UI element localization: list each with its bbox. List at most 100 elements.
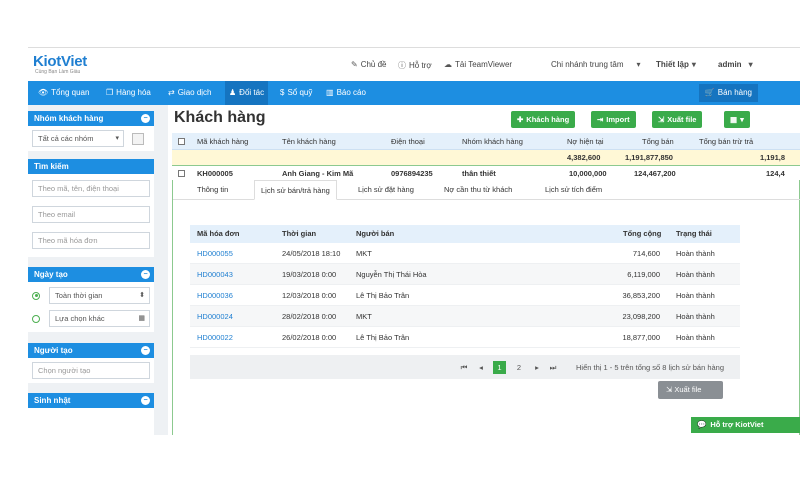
- cloud-download-icon: ☁: [444, 60, 452, 69]
- page-2-button[interactable]: 2: [514, 361, 524, 374]
- created-date-header[interactable]: Ngày tạo −: [28, 267, 154, 282]
- nav-label: Hàng hóa: [116, 88, 151, 97]
- next-page-icon[interactable]: ▸: [532, 361, 542, 374]
- settings-label: Thiết lập: [656, 60, 689, 69]
- tab-receivables[interactable]: Nợ cần thu từ khách: [444, 180, 512, 200]
- history-header: Mã hóa đơn Thời gian Người bán Tổng cộng…: [190, 225, 740, 243]
- search-email-input[interactable]: Theo email: [32, 206, 150, 223]
- nav-label: Giao dịch: [177, 88, 212, 97]
- sale-button[interactable]: 🛒 Bán hàng: [698, 84, 758, 102]
- add-customer-button[interactable]: ✚ Khách hàng: [511, 111, 576, 128]
- radio-icon[interactable]: [32, 314, 40, 323]
- import-button[interactable]: ⇥ Import: [591, 111, 636, 128]
- branch-label: Chi nhánh trung tâm: [551, 60, 624, 69]
- invoice-seller: MKT: [356, 249, 372, 258]
- invoice-code-link[interactable]: HD000024: [197, 306, 233, 327]
- support-link[interactable]: ⓘ Hỗ trợ: [398, 60, 432, 71]
- export-icon: ⇲: [658, 115, 665, 124]
- customer-row[interactable]: KH000005 Anh Giang - Kim Mã 0976894235 t…: [172, 165, 800, 180]
- radio-icon[interactable]: [32, 291, 40, 300]
- custom-date-input[interactable]: Lựa chọn khác ▦: [49, 310, 150, 327]
- nav-overview[interactable]: 👁 Tổng quan: [38, 81, 89, 105]
- col-seller[interactable]: Người bán: [356, 225, 394, 243]
- collapse-icon[interactable]: −: [141, 346, 150, 355]
- kiotviet-logo[interactable]: KiotViet Cùng Bạn Làm Giàu: [33, 53, 87, 75]
- history-export-button[interactable]: ⇲ Xuất file: [658, 381, 723, 399]
- creator-input[interactable]: Chọn người tạo: [32, 362, 150, 379]
- col-invoice-code[interactable]: Mã hóa đơn: [197, 225, 239, 243]
- col-customer-code[interactable]: Mã khách hàng: [197, 133, 248, 150]
- theme-link[interactable]: ✎ Chủ đề: [351, 60, 387, 69]
- col-total-sales[interactable]: Tổng bán: [642, 133, 674, 150]
- search-code-name-phone-input[interactable]: Theo mã, tên, điện thoại: [32, 180, 150, 197]
- date-range-select[interactable]: Toàn thời gian ⬍: [49, 287, 150, 304]
- date-option-label: Toàn thời gian: [55, 291, 103, 300]
- nav-cashbook[interactable]: $ Sổ quỹ: [280, 81, 312, 105]
- date-option-custom[interactable]: Lựa chọn khác ▦: [32, 309, 150, 328]
- import-icon: ⇥: [597, 115, 604, 124]
- user-label: admin: [718, 60, 742, 69]
- page-1-button[interactable]: 1: [493, 361, 506, 374]
- customer-table-header: Mã khách hàng Tên khách hàng Điện thoại …: [172, 133, 800, 150]
- eye-icon: 👁: [38, 88, 49, 97]
- history-row[interactable]: HD000024 28/02/2018 0:00 MKT 23,098,200 Hoàn…: [190, 306, 740, 327]
- col-customer-name[interactable]: Tên khách hàng: [282, 133, 336, 150]
- tab-order-history[interactable]: Lịch sử đặt hàng: [358, 180, 414, 200]
- search-invoice-input[interactable]: Theo mã hóa đơn: [32, 232, 150, 249]
- col-phone[interactable]: Điện thoại: [391, 133, 425, 150]
- nav-partners[interactable]: ♟ Đối tác: [225, 81, 269, 105]
- group-filter-title: Nhóm khách hàng: [34, 114, 104, 123]
- invoice-code-link[interactable]: HD000043: [197, 264, 233, 285]
- invoice-code-link[interactable]: HD000055: [197, 243, 233, 264]
- invoice-status: Hoàn thành: [676, 312, 715, 321]
- exchange-icon: ⇄: [168, 88, 175, 97]
- date-option-all[interactable]: Toàn thời gian ⬍: [32, 286, 150, 305]
- row-checkbox[interactable]: [178, 170, 185, 177]
- history-row[interactable]: HD000022 26/02/2018 0:00 Lê Thị Bảo Trân 18…: [190, 327, 740, 348]
- select-all-checkbox[interactable]: [178, 138, 185, 145]
- settings-dropdown[interactable]: Thiết lập ▾: [656, 60, 696, 69]
- tab-info[interactable]: Thông tin: [197, 180, 228, 200]
- birthday-header[interactable]: Sinh nhật −: [28, 393, 154, 408]
- nav-label: Đối tác: [239, 88, 265, 97]
- theme-label: Chủ đề: [360, 60, 387, 69]
- teamviewer-link[interactable]: ☁ Tải TeamViewer: [444, 60, 512, 69]
- birthday-filter: Sinh nhật −: [28, 393, 154, 435]
- creator-header[interactable]: Người tạo −: [28, 343, 154, 358]
- tab-sales-history[interactable]: Lịch sử bán/trả hàng: [254, 180, 337, 200]
- history-row[interactable]: HD000055 24/05/2018 18:10 MKT 714,600 Hoàn t…: [190, 243, 740, 264]
- collapse-icon[interactable]: −: [141, 114, 150, 123]
- support-chat-widget[interactable]: 💬 Hỗ trợ KiotViet: [691, 417, 800, 433]
- col-total[interactable]: Tổng cộng: [623, 225, 661, 243]
- nav-reports[interactable]: ▥ Báo cáo: [326, 81, 366, 105]
- collapse-icon[interactable]: −: [141, 396, 150, 405]
- history-row[interactable]: HD000043 19/03/2018 0:00 Nguyễn Thị Thái H…: [190, 264, 740, 285]
- col-status[interactable]: Trạng thái: [676, 225, 712, 243]
- view-options-button[interactable]: ▦ ▾: [724, 111, 750, 128]
- last-page-icon[interactable]: ⏭: [548, 361, 558, 374]
- group-select[interactable]: Tất cả các nhóm ▾: [32, 130, 124, 147]
- invoice-code-link[interactable]: HD000022: [197, 327, 233, 348]
- support-label: Hỗ trợ: [409, 61, 432, 70]
- user-dropdown[interactable]: admin ▾: [718, 60, 753, 69]
- col-customer-group[interactable]: Nhóm khách hàng: [462, 133, 523, 150]
- edit-group-icon[interactable]: [132, 133, 144, 145]
- branch-dropdown[interactable]: Chi nhánh trung tâm ▾: [551, 60, 641, 69]
- group-filter-header[interactable]: Nhóm khách hàng −: [28, 111, 154, 126]
- col-net-sales[interactable]: Tổng bán trừ trả: [699, 133, 753, 150]
- export-file-button[interactable]: ⇲ Xuất file: [652, 111, 703, 128]
- invoice-code-link[interactable]: HD000036: [197, 285, 233, 306]
- invoice-status: Hoàn thành: [676, 333, 715, 342]
- chevron-down-icon: ▾: [636, 60, 641, 69]
- tab-points-history[interactable]: Lịch sử tích điểm: [545, 180, 602, 200]
- first-page-icon[interactable]: ⏮: [459, 361, 469, 374]
- col-current-debt[interactable]: Nợ hiện tại: [567, 133, 604, 150]
- nav-products[interactable]: ❒ Hàng hóa: [106, 81, 151, 105]
- collapse-icon[interactable]: −: [141, 270, 150, 279]
- nav-transactions[interactable]: ⇄ Giao dịch: [168, 81, 212, 105]
- group-select-value: Tất cả các nhóm: [38, 134, 94, 143]
- export-label: Xuất file: [667, 115, 697, 124]
- history-row[interactable]: HD000036 12/03/2018 0:00 Lê Thị Bảo Trân 36…: [190, 285, 740, 306]
- prev-page-icon[interactable]: ◂: [476, 361, 486, 374]
- col-time[interactable]: Thời gian: [282, 225, 316, 243]
